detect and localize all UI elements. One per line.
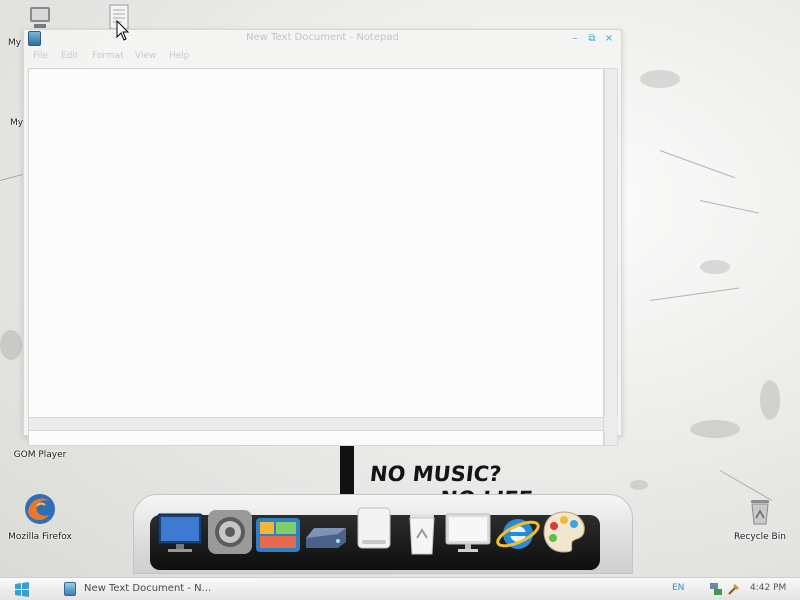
desktop-icon-label: GOM Player: [13, 450, 67, 460]
taskbar: New Text Document - N... EN 4:42 PM: [0, 577, 800, 600]
desktop-icon-recycle-bin[interactable]: Recycle Bin: [720, 496, 800, 542]
menu-view[interactable]: View: [135, 51, 156, 61]
grunge-mark: [760, 380, 780, 420]
recycle-bin-icon: [751, 500, 769, 525]
desktop-icon-firefox[interactable]: Mozilla Firefox: [0, 492, 80, 542]
taskbar-button-notepad[interactable]: New Text Document - N...: [58, 579, 212, 599]
language-indicator[interactable]: EN: [672, 583, 684, 593]
text-editor-area[interactable]: [28, 68, 604, 446]
trash-icon[interactable]: [398, 510, 446, 558]
windows-logo-icon[interactable]: [14, 582, 30, 597]
minimize-button[interactable]: –: [568, 32, 582, 45]
menu-format[interactable]: Format: [92, 51, 124, 61]
menu-bar: File Edit Format View Help: [24, 48, 621, 66]
firefox-icon: [25, 494, 55, 524]
internet-explorer-icon[interactable]: [494, 508, 542, 556]
monitor-icon[interactable]: [156, 508, 204, 556]
desktop-icon-label: Recycle Bin: [734, 532, 786, 542]
system-preferences-icon[interactable]: [206, 508, 254, 556]
grunge-mark: [700, 260, 730, 274]
photo-gallery-icon[interactable]: [254, 508, 302, 556]
paint-palette-icon[interactable]: [540, 508, 588, 556]
my-computer-icon: [30, 7, 50, 28]
scrollbar-corner: [604, 417, 618, 431]
wallpaper-text-line-1: NO MUSIC?: [368, 462, 503, 486]
menu-file[interactable]: File: [33, 51, 48, 61]
mouse-cursor-icon: [116, 20, 130, 41]
taskbar-button-label: New Text Document - N...: [84, 583, 212, 594]
network-icon[interactable]: [708, 581, 724, 597]
grunge-mark: [0, 330, 22, 360]
scratch-line: [699, 200, 759, 214]
scratch-line: [649, 287, 740, 301]
menu-edit[interactable]: Edit: [61, 51, 78, 61]
tools-icon[interactable]: [726, 581, 742, 597]
removable-drive-icon[interactable]: [350, 504, 398, 552]
hard-drive-icon[interactable]: [302, 508, 350, 556]
vertical-scrollbar[interactable]: [604, 68, 618, 446]
horizontal-scrollbar[interactable]: [28, 417, 604, 431]
desktop-icon-label: My: [10, 118, 24, 128]
maximize-button[interactable]: ⧉: [585, 32, 599, 45]
title-bar[interactable]: New Text Document - Notepad – ⧉ ×: [24, 30, 621, 48]
menu-help[interactable]: Help: [169, 51, 190, 61]
notepad-icon: [64, 582, 76, 596]
grunge-mark: [630, 480, 648, 490]
close-button[interactable]: ×: [602, 32, 616, 45]
clock[interactable]: 4:42 PM: [750, 583, 786, 593]
desktop-icon-label: My: [8, 38, 22, 48]
window-title: New Text Document - Notepad: [246, 32, 399, 43]
display-icon[interactable]: [444, 508, 492, 556]
scratch-line: [659, 150, 736, 179]
grunge-mark: [690, 420, 740, 438]
grunge-mark: [640, 70, 680, 88]
desktop-icon-label: Mozilla Firefox: [8, 532, 72, 542]
notepad-window[interactable]: New Text Document - Notepad – ⧉ × File E…: [23, 29, 622, 446]
